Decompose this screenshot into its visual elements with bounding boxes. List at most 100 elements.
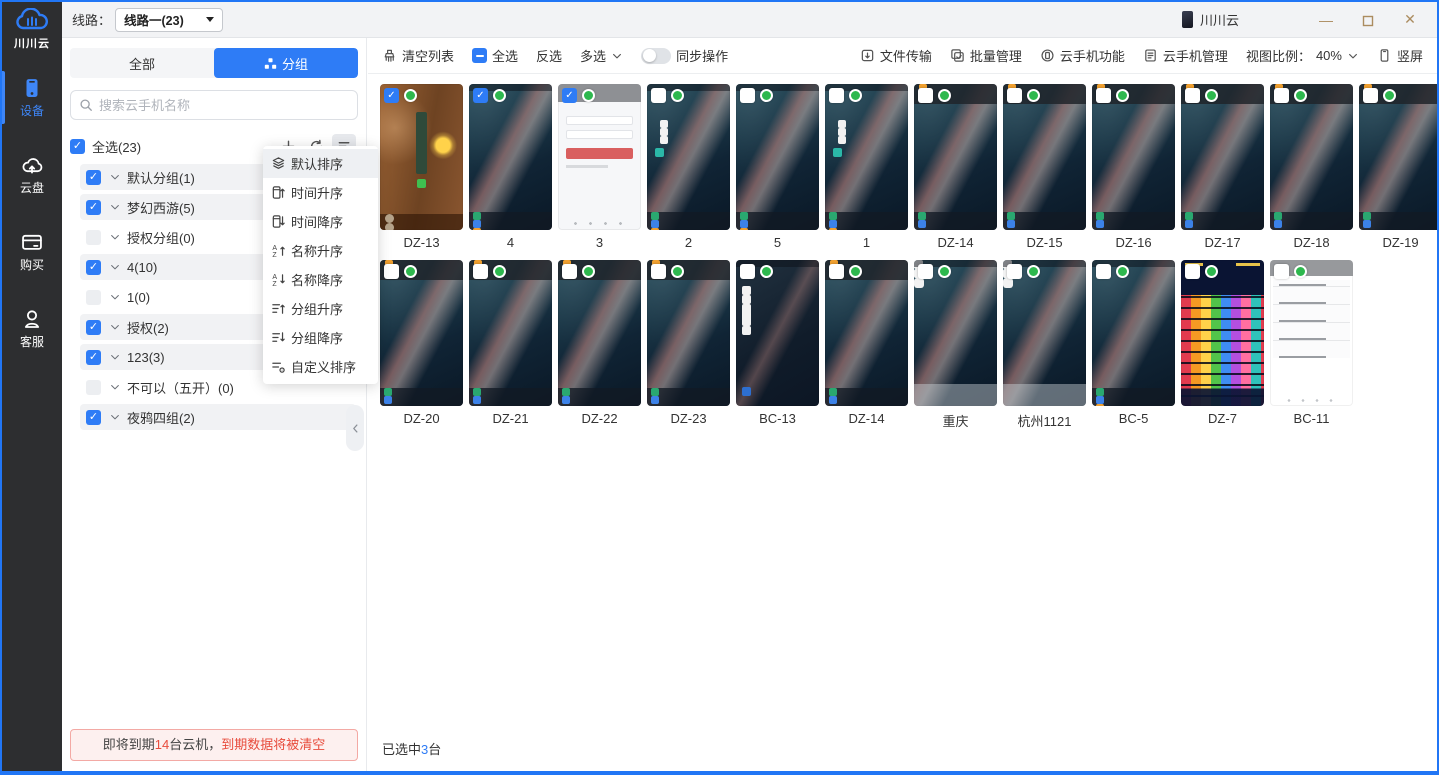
device-screenshot[interactable] — [1359, 84, 1439, 230]
phone-func-button[interactable]: 云手机功能 — [1040, 46, 1125, 65]
minimize-button[interactable]: — — [1311, 12, 1341, 28]
device-checkbox[interactable] — [829, 264, 844, 279]
sidebar-item-cloud-disk[interactable]: 云盘 — [2, 144, 62, 205]
device-checkbox[interactable] — [473, 264, 488, 279]
device-card[interactable]: 杭州1121 — [1003, 260, 1086, 427]
device-checkbox[interactable] — [384, 88, 399, 103]
sort-menu-item[interactable]: AZ名称降序 — [263, 265, 378, 294]
tab-groups[interactable]: 分组 — [214, 48, 358, 78]
group-checkbox[interactable] — [86, 380, 101, 395]
device-checkbox[interactable] — [473, 88, 488, 103]
chevron-down-icon[interactable] — [109, 411, 121, 423]
device-screenshot[interactable] — [647, 84, 730, 230]
batch-manage-button[interactable]: 批量管理 — [950, 46, 1022, 65]
device-screenshot[interactable] — [380, 260, 463, 406]
group-checkbox[interactable] — [86, 200, 101, 215]
device-screenshot[interactable] — [647, 260, 730, 406]
device-card[interactable]: DZ-20 — [380, 260, 463, 427]
device-checkbox[interactable] — [384, 264, 399, 279]
device-screenshot[interactable] — [558, 260, 641, 406]
sidebar-item-purchase-card[interactable]: 购买 — [2, 221, 62, 282]
device-screenshot[interactable] — [469, 84, 552, 230]
device-checkbox[interactable] — [651, 264, 666, 279]
sort-menu-item[interactable]: 时间升序 — [263, 178, 378, 207]
device-card[interactable]: DZ-16 — [1092, 84, 1175, 251]
close-button[interactable]: ✕ — [1395, 11, 1425, 28]
multi-select-dropdown[interactable]: 多选 — [580, 46, 623, 65]
group-row[interactable]: 夜鸦四组(2) — [80, 404, 356, 430]
device-screenshot[interactable] — [1003, 260, 1086, 406]
device-screenshot[interactable] — [1270, 84, 1353, 230]
device-screenshot[interactable] — [1270, 260, 1353, 406]
clear-list-button[interactable]: 清空列表 — [382, 46, 454, 65]
device-checkbox[interactable] — [1096, 88, 1111, 103]
device-checkbox[interactable] — [1274, 264, 1289, 279]
phone-manage-button[interactable]: 云手机管理 — [1143, 46, 1228, 65]
device-screenshot[interactable] — [380, 84, 463, 230]
device-screenshot[interactable] — [1181, 260, 1264, 406]
expiry-warning[interactable]: 即将到期14台云机，到期数据将被清空 — [70, 729, 358, 761]
device-screenshot[interactable] — [736, 260, 819, 406]
device-checkbox[interactable] — [1185, 264, 1200, 279]
device-screenshot[interactable] — [1092, 260, 1175, 406]
device-screenshot[interactable] — [914, 260, 997, 406]
device-card[interactable]: 5 — [736, 84, 819, 251]
device-checkbox[interactable] — [740, 264, 755, 279]
maximize-button[interactable] — [1353, 12, 1383, 28]
line-select[interactable]: 线路一(23) — [115, 8, 223, 32]
device-card[interactable]: DZ-22 — [558, 260, 641, 427]
sort-menu-item[interactable]: 自定义排序 — [263, 352, 378, 381]
sidebar-item-device[interactable]: 设备 — [2, 67, 62, 128]
device-card[interactable]: BC-13 — [736, 260, 819, 427]
device-card[interactable]: DZ-14 — [914, 84, 997, 251]
device-card[interactable]: 2 — [647, 84, 730, 251]
search-input[interactable] — [99, 98, 349, 113]
device-screenshot[interactable] — [1181, 84, 1264, 230]
device-card[interactable]: DZ-23 — [647, 260, 730, 427]
group-checkbox[interactable] — [86, 230, 101, 245]
chevron-down-icon[interactable] — [109, 201, 121, 213]
device-screenshot[interactable] — [1092, 84, 1175, 230]
sort-menu-item[interactable]: 分组降序 — [263, 323, 378, 352]
search-box[interactable] — [70, 90, 358, 120]
device-checkbox[interactable] — [651, 88, 666, 103]
chevron-down-icon[interactable] — [109, 351, 121, 363]
group-checkbox[interactable] — [86, 170, 101, 185]
device-card[interactable]: DZ-21 — [469, 260, 552, 427]
device-checkbox[interactable] — [918, 88, 933, 103]
device-checkbox[interactable] — [1096, 264, 1111, 279]
device-screenshot[interactable] — [914, 84, 997, 230]
device-screenshot[interactable] — [825, 260, 908, 406]
sidebar-item-support[interactable]: 客服 — [2, 298, 62, 359]
group-checkbox[interactable] — [86, 410, 101, 425]
device-checkbox[interactable] — [1007, 264, 1022, 279]
view-scale-dropdown[interactable]: 视图比例： 40% — [1246, 46, 1359, 65]
device-card[interactable]: DZ-7 — [1181, 260, 1264, 427]
device-card[interactable]: DZ-17 — [1181, 84, 1264, 251]
tab-all[interactable]: 全部 — [70, 48, 214, 78]
device-card[interactable]: DZ-14 — [825, 260, 908, 427]
device-screenshot[interactable] — [1003, 84, 1086, 230]
device-card[interactable]: 1 — [825, 84, 908, 251]
device-card[interactable]: 重庆 — [914, 260, 997, 427]
device-card[interactable]: BC-5 — [1092, 260, 1175, 427]
device-card[interactable]: 4 — [469, 84, 552, 251]
chevron-down-icon[interactable] — [109, 261, 121, 273]
device-checkbox[interactable] — [918, 264, 933, 279]
sort-menu-item[interactable]: 默认排序 — [263, 149, 378, 178]
group-checkbox[interactable] — [86, 320, 101, 335]
chevron-down-icon[interactable] — [109, 171, 121, 183]
file-transfer-button[interactable]: 文件传输 — [860, 46, 932, 65]
chevron-down-icon[interactable] — [109, 381, 121, 393]
device-checkbox[interactable] — [1274, 88, 1289, 103]
device-card[interactable]: DZ-13 — [380, 84, 463, 251]
sort-menu-item[interactable]: 时间降序 — [263, 207, 378, 236]
device-screenshot[interactable] — [825, 84, 908, 230]
device-card[interactable]: DZ-18 — [1270, 84, 1353, 251]
device-card[interactable]: DZ-19 — [1359, 84, 1439, 251]
device-checkbox[interactable] — [562, 264, 577, 279]
sort-menu-item[interactable]: AZ名称升序 — [263, 236, 378, 265]
chevron-down-icon[interactable] — [109, 291, 121, 303]
device-checkbox[interactable] — [829, 88, 844, 103]
group-checkbox[interactable] — [86, 350, 101, 365]
